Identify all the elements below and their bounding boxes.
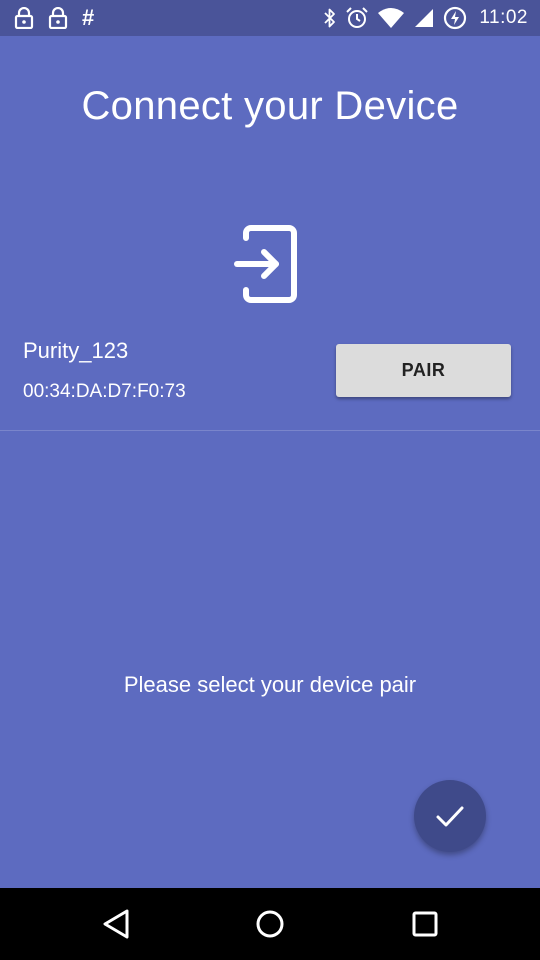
status-right-icons: 11:02 [323,6,528,30]
check-icon [436,806,464,827]
connect-device-screen: # 11:02 Connect your Device Purity_123 0… [0,0,540,960]
navigation-bar [0,888,540,960]
device-name: Purity_123 [23,338,129,363]
status-bar: # 11:02 [0,0,540,36]
hash-icon: # [82,5,95,30]
back-icon[interactable] [97,906,137,942]
battery-charging-icon [443,6,467,30]
pair-button[interactable]: PAIR [336,344,511,397]
signal-icon [413,7,435,29]
status-time: 11:02 [479,7,528,28]
status-left-icons: # [14,6,94,30]
lock-icon [48,7,68,29]
confirm-fab-button[interactable] [414,780,486,852]
recents-icon[interactable] [405,906,445,942]
bluetooth-icon [323,7,337,29]
login-device-icon [232,224,304,304]
divider [0,430,540,431]
wifi-icon [377,7,405,29]
page-title: Connect your Device [81,84,459,128]
home-icon[interactable] [250,906,290,942]
device-mac-address: 00:34:DA:D7:F0:73 [23,381,186,402]
alarm-icon [345,6,369,30]
lock-icon [14,7,34,29]
hint-text: Please select your device pair [123,672,417,697]
